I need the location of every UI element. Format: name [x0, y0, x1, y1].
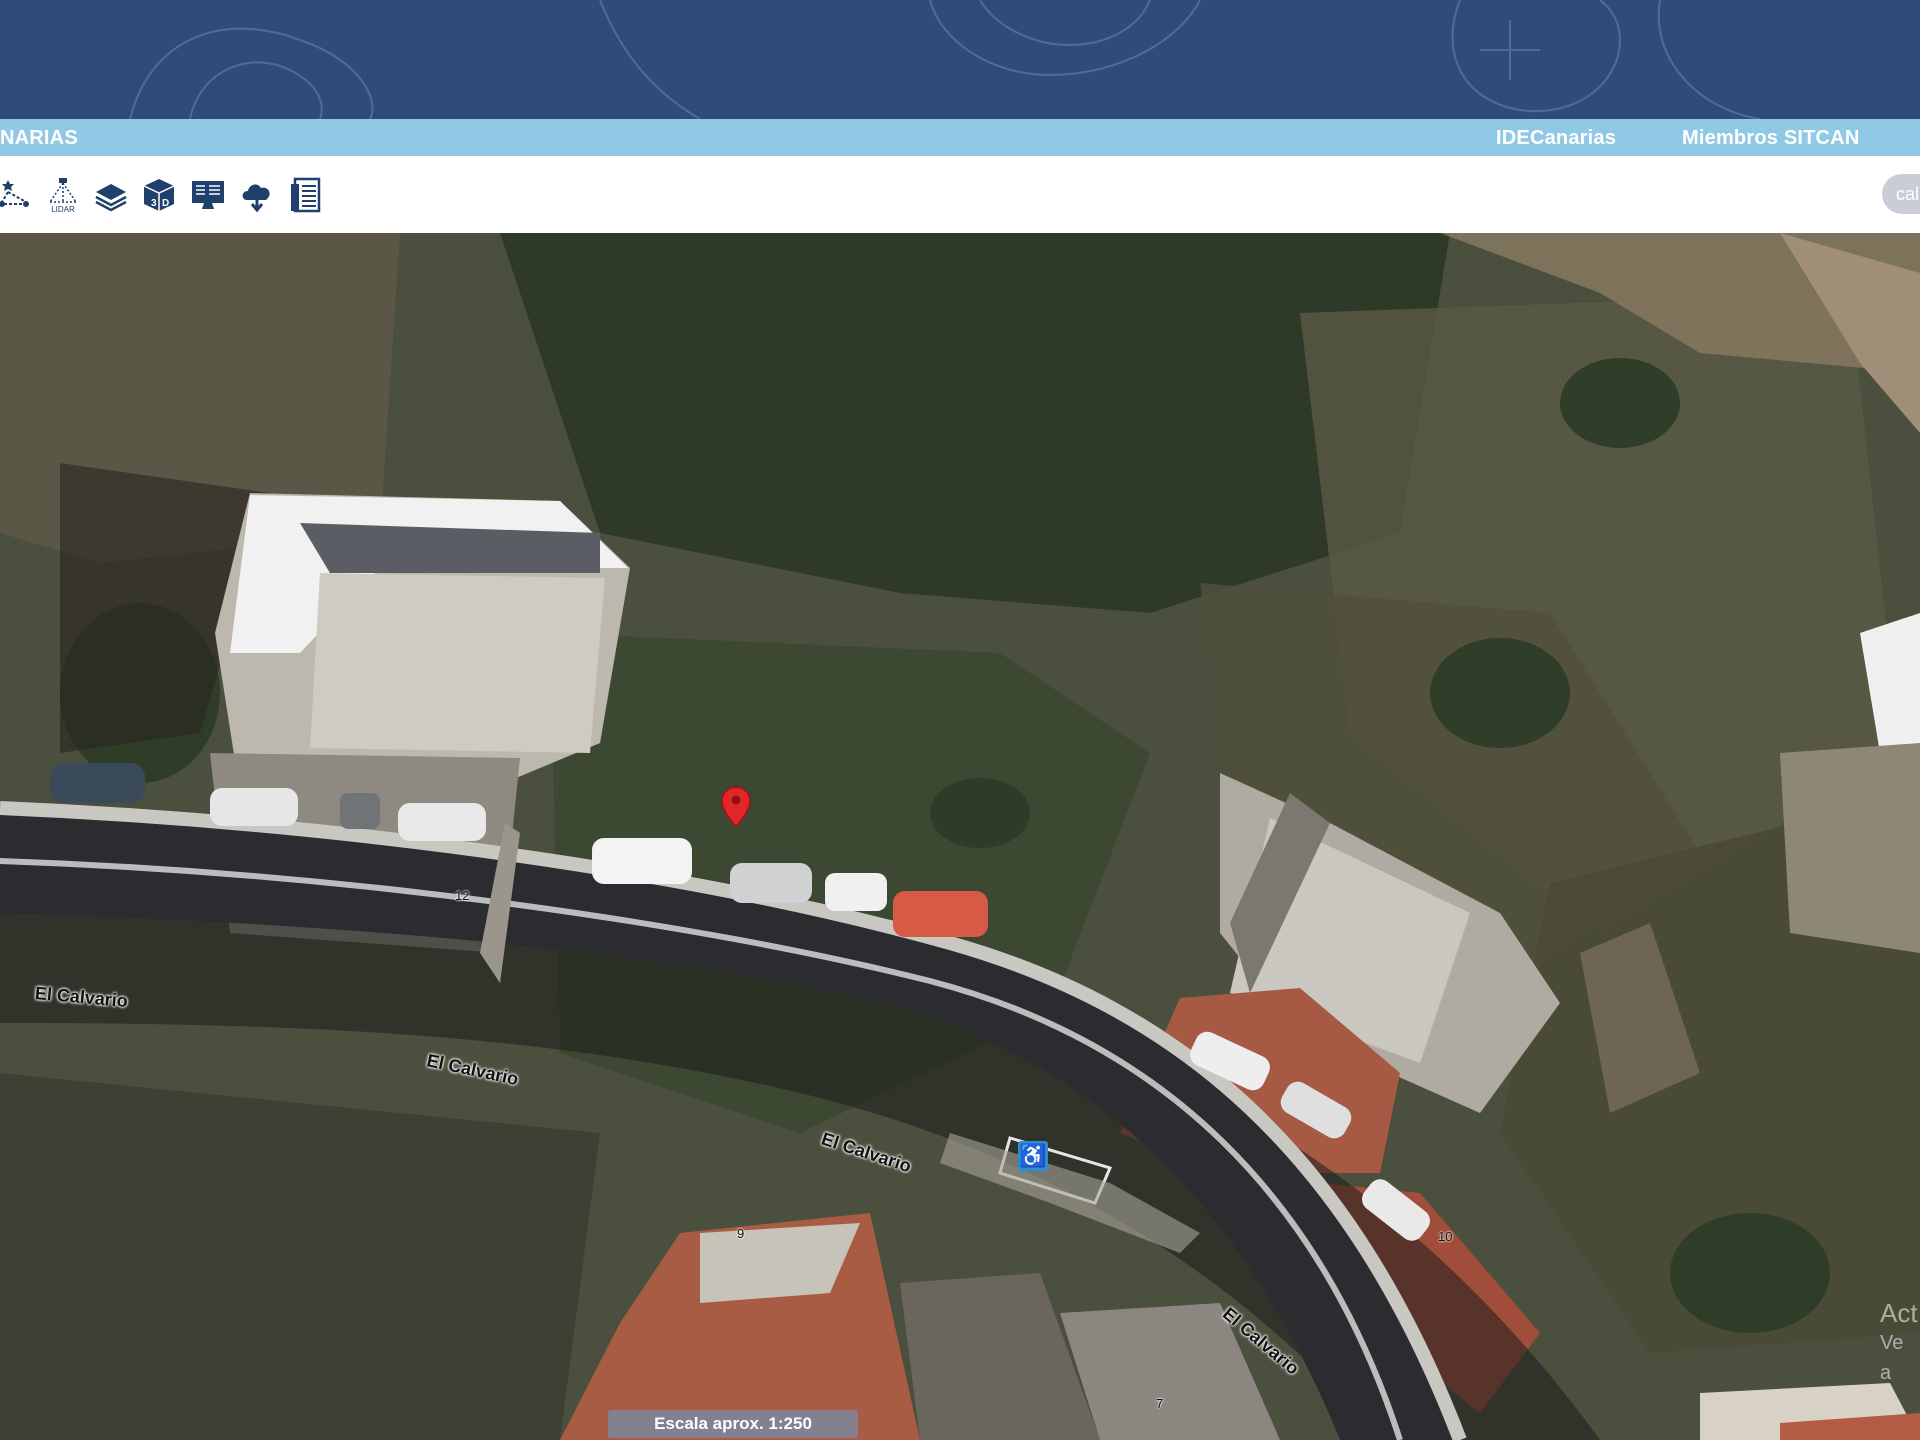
wheelchair-icon: ♿	[1018, 1141, 1048, 1171]
search-input[interactable]: cal	[1882, 174, 1920, 214]
svg-text:LIDAR: LIDAR	[51, 205, 75, 214]
map-scale-label: Escala aprox. 1:250	[608, 1410, 858, 1438]
nav-link-miembros-sitcan[interactable]: Miembros SITCAN	[1682, 127, 1859, 150]
network-icon[interactable]	[0, 176, 34, 214]
watermark-line2: Ve a	[1880, 1332, 1904, 1384]
header-banner	[0, 0, 1920, 119]
aerial-imagery	[0, 233, 1920, 1440]
monitor-icon[interactable]	[189, 176, 227, 214]
house-number: 7	[1156, 1396, 1164, 1411]
map-viewport[interactable]: El Calvario El Calvario El Calvario El C…	[0, 233, 1920, 1440]
svg-text:3: 3	[151, 198, 157, 209]
activation-watermark: Act Ve a	[1880, 1298, 1920, 1388]
lidar-icon[interactable]: LIDAR	[44, 176, 82, 214]
map-toolbar: LIDAR 3 D cal	[0, 156, 1920, 233]
nav-link-idecanarias[interactable]: IDECanarias	[1496, 127, 1616, 150]
document-list-icon[interactable]	[287, 176, 325, 214]
location-pin-icon[interactable]	[720, 785, 752, 829]
top-nav-bar: NARIAS IDECanarias Miembros SITCAN	[0, 119, 1920, 156]
house-number: 9	[737, 1226, 745, 1241]
cloud-download-icon[interactable]	[238, 176, 276, 214]
app-window: NARIAS IDECanarias Miembros SITCAN LIDAR…	[0, 0, 1920, 1440]
layers-icon[interactable]	[92, 176, 130, 214]
banner-topographic-pattern	[129, 0, 1761, 119]
svg-text:D: D	[162, 198, 169, 209]
house-number: 10	[1438, 1229, 1453, 1244]
3d-cube-icon[interactable]: 3 D	[140, 176, 178, 214]
nav-brand-text: NARIAS	[0, 127, 78, 149]
house-number: 12	[455, 888, 470, 903]
watermark-line1: Act	[1880, 1298, 1918, 1328]
